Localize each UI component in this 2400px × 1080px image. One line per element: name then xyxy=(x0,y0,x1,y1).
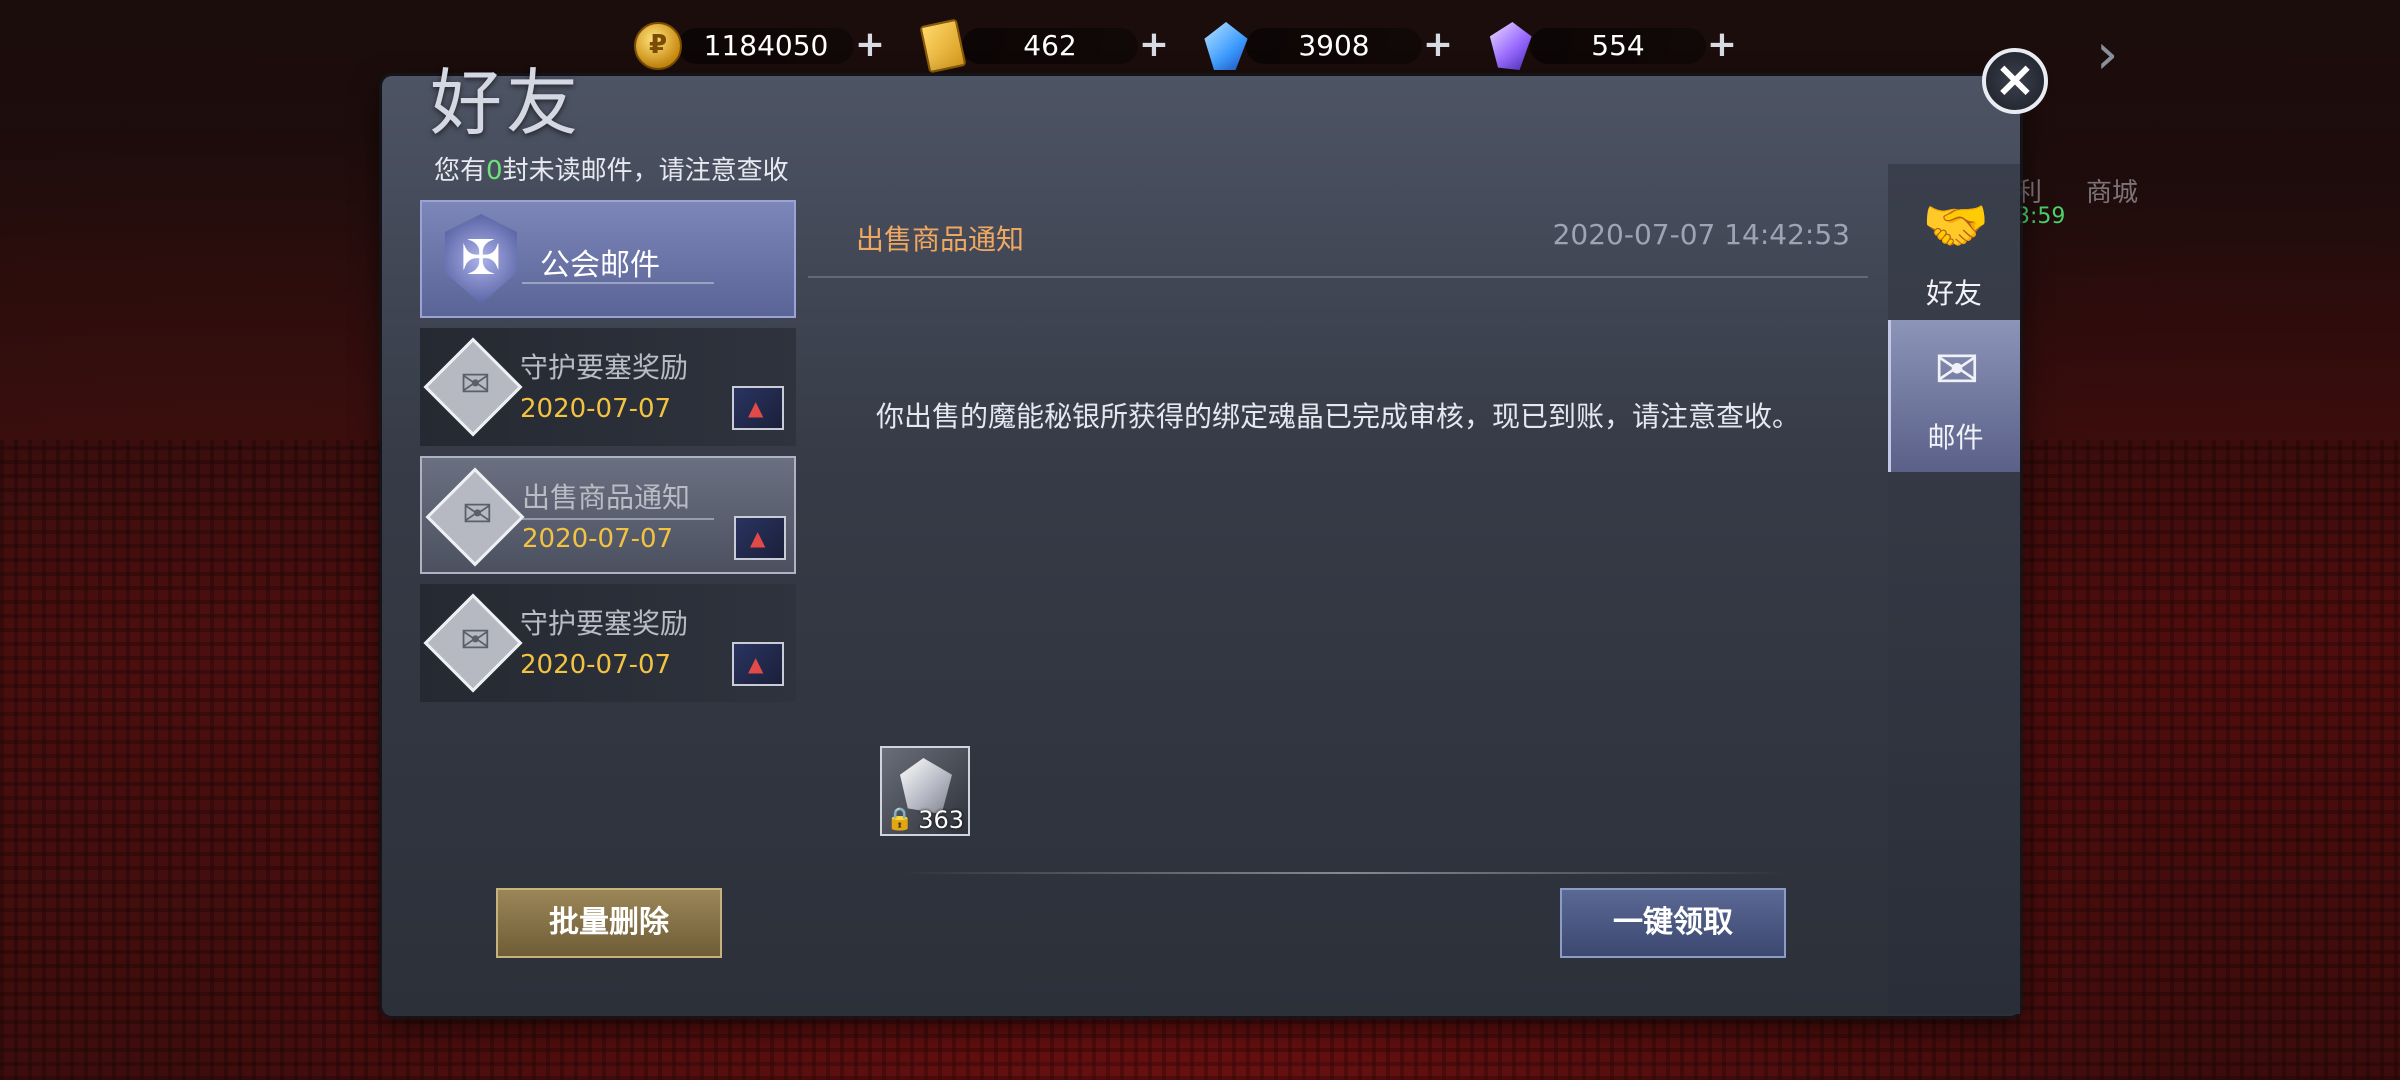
subject-underline xyxy=(522,282,714,284)
mail-subject: 守护要塞奖励 xyxy=(520,607,689,640)
blue-crystal-amount: 3908 xyxy=(1246,28,1422,64)
add-blue-crystal-button[interactable]: + xyxy=(1422,27,1454,64)
tab-mail[interactable]: ✉ 邮件 xyxy=(1888,320,2020,472)
ticket-amount: 462 xyxy=(962,28,1138,64)
bg-shop-label[interactable]: 商城 xyxy=(2086,172,2138,209)
envelope-icon xyxy=(425,467,525,567)
chevron-right-icon[interactable]: › xyxy=(2096,22,2118,87)
claim-all-button[interactable]: 一键领取 xyxy=(1560,888,1786,958)
unread-notice: 您有0封未读邮件，请注意查收 xyxy=(434,150,789,187)
attachment-quantity: 363 xyxy=(918,806,964,834)
detail-divider xyxy=(898,872,1788,874)
game-scene-background: 1184050 + 462 + 3908 + 554 + › 商城 利 3:59… xyxy=(0,0,2400,1080)
mail-date: 2020-07-07 xyxy=(520,650,672,680)
mail-item[interactable]: 守护要塞奖励 2020-07-07 xyxy=(420,584,796,702)
mail-subject: 守护要塞奖励 xyxy=(520,351,689,384)
attachment-chest-icon xyxy=(732,642,784,686)
envelope-icon xyxy=(423,593,523,693)
add-ticket-button[interactable]: + xyxy=(1138,27,1170,64)
purple-crystal-amount: 554 xyxy=(1530,28,1706,64)
mail-item-selected[interactable]: 出售商品通知 2020-07-07 xyxy=(420,456,796,574)
blue-crystal-icon xyxy=(1204,22,1248,70)
unread-prefix: 您有 xyxy=(434,156,487,186)
mail-icon: ✉ xyxy=(1934,338,1980,401)
mail-date: 2020-07-07 xyxy=(520,394,672,424)
resource-purple-crystal: 554 + xyxy=(1482,18,1742,74)
mail-item[interactable]: 守护要塞奖励 2020-07-07 xyxy=(420,328,796,446)
resource-ticket: 462 + xyxy=(914,18,1174,74)
detail-body: 你出售的魔能秘银所获得的绑定魂晶已完成审核，现已到账，请注意查收。 xyxy=(876,400,1801,433)
detail-header: 出售商品通知 2020-07-07 14:42:53 xyxy=(808,200,1868,278)
resource-gold: 1184050 + xyxy=(630,18,890,74)
unread-count: 0 xyxy=(486,156,503,186)
attachment-item-slot[interactable]: 🔒 363 xyxy=(880,746,970,836)
bg-timer: 3:59 xyxy=(2016,204,2066,229)
tab-label: 好友 xyxy=(1925,277,1982,310)
subject-underline xyxy=(522,518,714,520)
resource-bar: 1184050 + 462 + 3908 + 554 + xyxy=(630,18,1742,74)
resource-blue-crystal: 3908 + xyxy=(1198,18,1458,74)
batch-delete-button[interactable]: 批量删除 xyxy=(496,888,722,958)
gold-coin-icon xyxy=(634,22,682,70)
mail-item-guild[interactable]: 公会邮件 xyxy=(420,200,796,318)
guild-emblem-icon xyxy=(445,214,517,304)
mail-subject: 公会邮件 xyxy=(540,248,660,283)
envelope-icon xyxy=(423,337,523,437)
handshake-icon: 🤝 xyxy=(1922,194,1990,257)
side-tab-bar: 🤝 好友 ✉ 邮件 xyxy=(1888,164,2020,1014)
detail-title: 出售商品通知 xyxy=(856,223,1025,256)
mail-list: 公会邮件 守护要塞奖励 2020-07-07 出售商品通知 2020-07-07… xyxy=(420,200,796,712)
tab-label: 邮件 xyxy=(1927,421,1984,454)
gold-amount: 1184050 xyxy=(678,28,854,64)
attachment-chest-icon xyxy=(734,516,786,560)
tab-friends[interactable]: 🤝 好友 xyxy=(1888,176,2020,328)
lock-icon: 🔒 xyxy=(886,807,914,832)
attachment-chest-icon xyxy=(732,386,784,430)
mail-subject: 出售商品通知 xyxy=(522,481,691,514)
detail-timestamp: 2020-07-07 14:42:53 xyxy=(1552,218,1850,251)
unread-suffix: 封未读邮件，请注意查收 xyxy=(502,156,789,186)
ticket-icon xyxy=(919,18,967,74)
mail-date: 2020-07-07 xyxy=(522,524,674,554)
add-gold-button[interactable]: + xyxy=(854,27,886,64)
purple-crystal-icon xyxy=(1489,22,1532,70)
add-purple-crystal-button[interactable]: + xyxy=(1706,27,1738,64)
close-button[interactable]: × xyxy=(1982,48,2048,114)
mail-detail: 出售商品通知 2020-07-07 14:42:53 你出售的魔能秘银所获得的绑… xyxy=(808,200,1868,960)
panel-title: 好友 xyxy=(430,61,583,145)
